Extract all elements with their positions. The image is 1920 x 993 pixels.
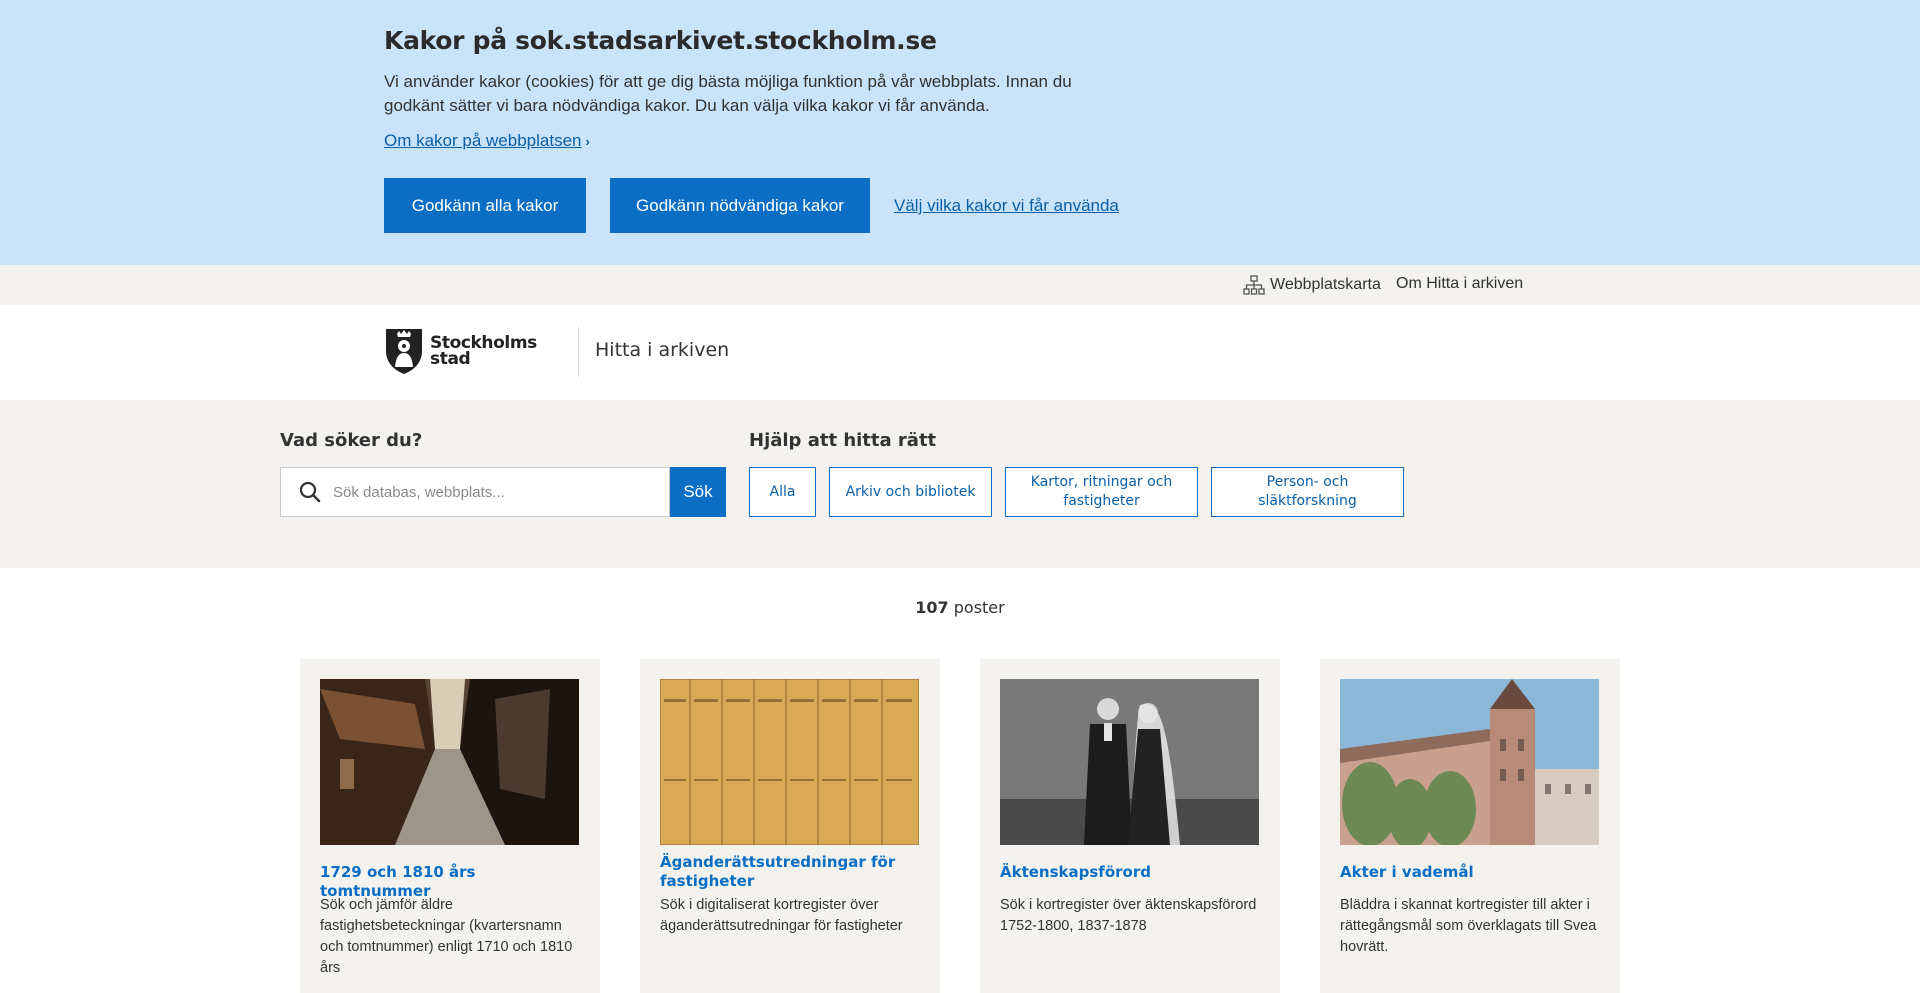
card-description: Sök i kortregister över äktenskapsförord…	[1000, 897, 1257, 934]
filter-genealogy-button[interactable]: Person- och släktforskning	[1211, 467, 1404, 517]
alley-photo	[320, 679, 579, 845]
archive-binders-photo	[660, 679, 919, 845]
search-area: Vad söker du? Sök Hjälp att hitta rätt A…	[0, 400, 1920, 568]
search-icon	[299, 481, 321, 503]
sitemap-link-label: Webbplatskarta	[1270, 276, 1381, 293]
card-description: Bläddra i skannat kortregister till akte…	[1340, 897, 1597, 955]
svea-hovratt-building-photo	[1340, 679, 1599, 845]
header-divider	[578, 327, 579, 377]
card-image	[660, 679, 919, 845]
cookie-info-link[interactable]: Om kakor på webbplatsen ›	[384, 131, 590, 151]
site-header: Stockholms stad Hitta i arkiven	[0, 305, 1920, 400]
result-count-label: poster	[953, 598, 1005, 617]
logo[interactable]: Stockholms stad	[384, 327, 537, 375]
chevron-right-icon: ›	[585, 134, 590, 149]
result-count-number: 107	[915, 598, 949, 617]
search-input[interactable]	[333, 483, 653, 501]
card-title[interactable]: Äktenskapsförord	[1000, 863, 1262, 882]
sitemap-link[interactable]: Webbplatskarta	[1243, 275, 1381, 295]
accept-necessary-cookies-button[interactable]: Godkänn nödvändiga kakor	[610, 178, 870, 233]
about-link[interactable]: Om Hitta i arkiven	[1396, 275, 1523, 293]
result-count: 107 poster	[0, 598, 1920, 617]
wedding-couple-photo	[1000, 679, 1259, 845]
card-image	[1340, 679, 1599, 845]
card-tomtnummer[interactable]: 1729 och 1810 års tomtnummer Sök och jäm…	[300, 659, 600, 993]
search-heading: Vad söker du?	[280, 430, 423, 451]
card-image	[1000, 679, 1259, 845]
site-name[interactable]: Hitta i arkiven	[595, 339, 729, 361]
stockholm-crest-icon	[386, 329, 422, 374]
card-description: Sök i digitaliserat kortregister över äg…	[660, 897, 903, 934]
card-title[interactable]: Äganderättsutredningar för fastigheter	[660, 853, 922, 891]
cookie-banner: Kakor på sok.stadsarkivet.stockholm.se V…	[0, 0, 1920, 265]
choose-cookies-link[interactable]: Välj vilka kakor vi får använda	[894, 196, 1119, 216]
card-image	[320, 679, 579, 845]
filter-archives-libraries-button[interactable]: Arkiv och bibliotek	[829, 467, 992, 517]
cookie-title: Kakor på sok.stadsarkivet.stockholm.se	[384, 26, 937, 55]
card-akter-i-vademal[interactable]: Akter i vademål Bläddra i skannat kortre…	[1320, 659, 1620, 993]
search-button[interactable]: Sök	[670, 467, 726, 517]
utility-nav: Webbplatskarta Om Hitta i arkiven	[0, 265, 1920, 305]
card-aktenskapsforord[interactable]: Äktenskapsförord Sök i kortregister över…	[980, 659, 1280, 993]
filter-maps-drawings-properties-button[interactable]: Kartor, ritningar och fastigheter	[1005, 467, 1198, 517]
sitemap-icon	[1243, 275, 1265, 295]
logo-line-2: stad	[430, 349, 471, 369]
search-box	[280, 467, 670, 517]
logo-text: Stockholms stad	[430, 335, 537, 369]
card-title[interactable]: Akter i vademål	[1340, 863, 1602, 882]
cookie-text: Vi använder kakor (cookies) för att ge d…	[384, 72, 1072, 115]
card-description: Sök och jämför äldre fastighetsbetecknin…	[320, 897, 573, 976]
card-aganderattsutredningar[interactable]: Äganderättsutredningar för fastigheter S…	[640, 659, 940, 993]
filter-all-button[interactable]: Alla	[749, 467, 816, 517]
accept-all-cookies-button[interactable]: Godkänn alla kakor	[384, 178, 586, 233]
help-heading: Hjälp att hitta rätt	[749, 430, 937, 451]
cookie-info-link-label: Om kakor på webbplatsen	[384, 131, 582, 150]
